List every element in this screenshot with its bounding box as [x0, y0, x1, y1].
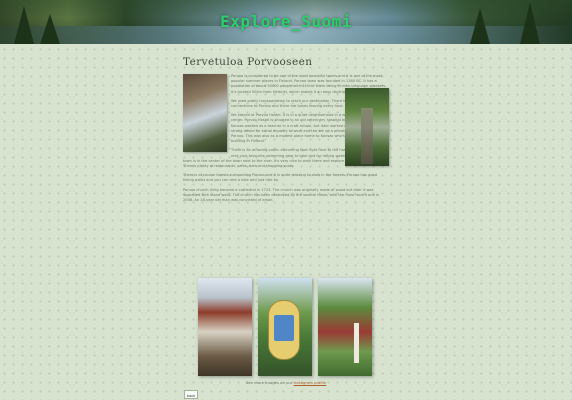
header-banner: Explore_Suomi	[0, 0, 572, 44]
site-title: Explore_Suomi	[220, 12, 352, 31]
photo-gallery	[198, 278, 378, 378]
sign-picture	[274, 315, 294, 341]
church-paragraph: Porvoo church Vinig became a cathedral i…	[183, 187, 380, 203]
instagram-link[interactable]: Instagram profile	[294, 380, 327, 385]
gallery-caption: See more images on our Instagram profile	[183, 380, 389, 385]
boardwalk-photo	[345, 88, 389, 166]
back-button[interactable]: back	[184, 390, 198, 399]
forest-paragraph: There is of course forests surrounding P…	[183, 173, 378, 183]
cliff-photo	[183, 74, 227, 152]
page-title: Tervetuloa Porvooseen	[183, 56, 313, 68]
alley-photo[interactable]	[198, 278, 252, 376]
sign-board	[268, 300, 300, 360]
garden-photo[interactable]	[318, 278, 372, 376]
garden-post	[354, 323, 359, 363]
caption-text: See more images on our	[245, 380, 293, 385]
museum-sign-photo[interactable]	[258, 278, 312, 376]
boardwalk-path	[361, 108, 373, 164]
